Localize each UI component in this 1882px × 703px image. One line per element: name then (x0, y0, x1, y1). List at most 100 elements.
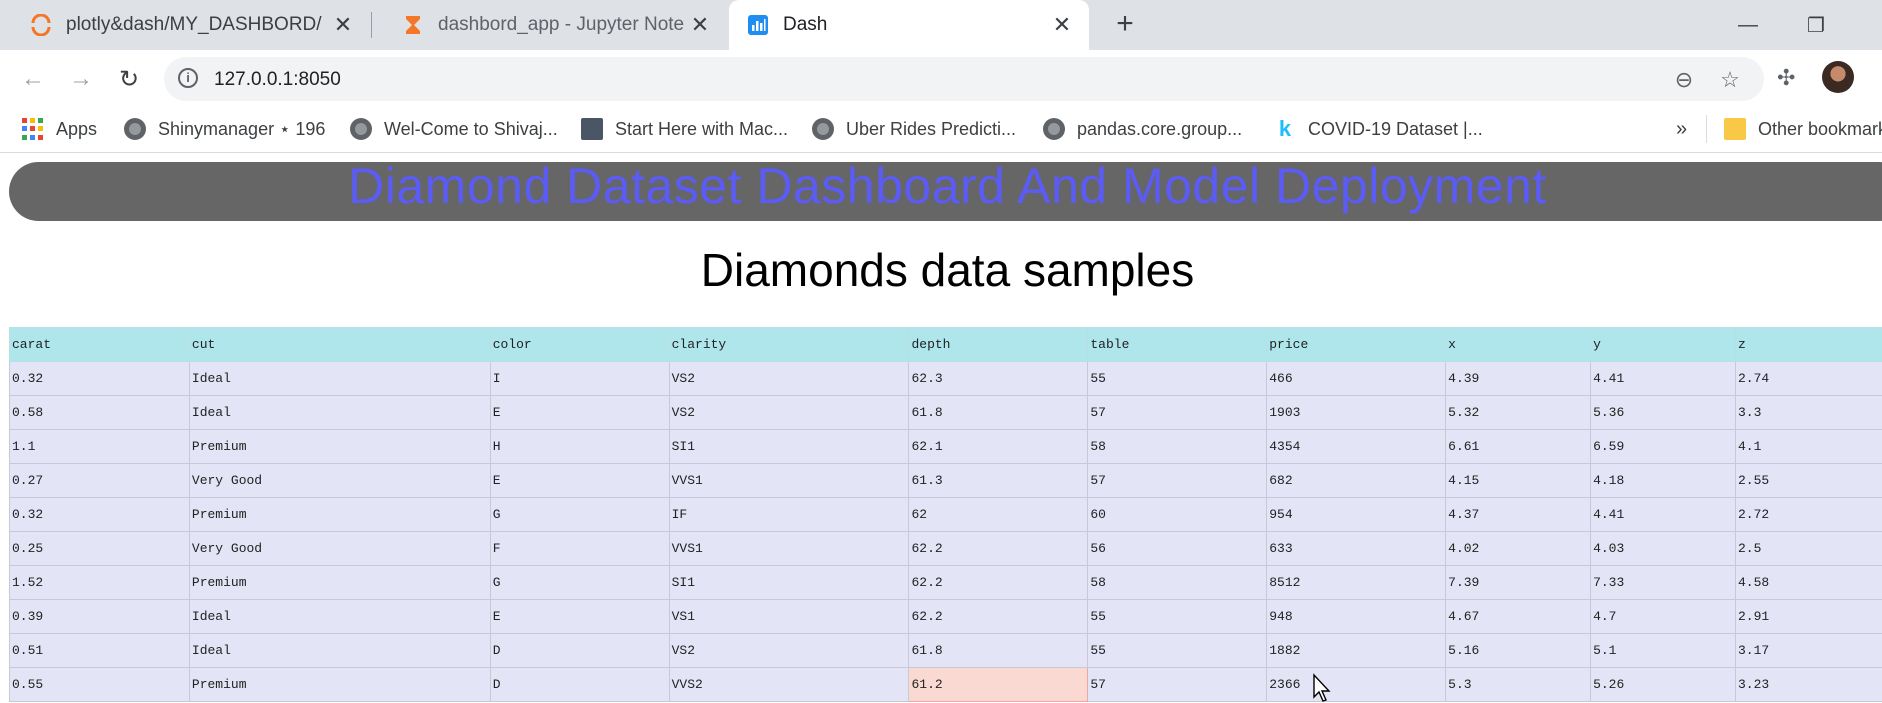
table-cell-carat[interactable]: 0.51 (10, 634, 190, 668)
tab-jupyter-tree[interactable]: plotly&dash/MY_DASHBORD/ ✕ (0, 0, 370, 50)
table-cell-table[interactable]: 57 (1088, 668, 1267, 702)
site-info-icon[interactable]: i (178, 68, 198, 88)
table-cell-depth[interactable]: 62.3 (909, 362, 1088, 396)
table-cell-y[interactable]: 5.36 (1591, 396, 1736, 430)
bookmark-star-icon[interactable]: ☆ (1717, 67, 1743, 93)
table-cell-color[interactable]: F (490, 532, 669, 566)
close-tab-icon[interactable]: ✕ (328, 12, 358, 38)
table-cell-price[interactable]: 2366 (1267, 668, 1446, 702)
table-cell-y[interactable]: 5.26 (1591, 668, 1736, 702)
table-cell-price[interactable]: 948 (1267, 600, 1446, 634)
table-cell-carat[interactable]: 0.27 (10, 464, 190, 498)
column-header-carat[interactable]: carat (10, 328, 190, 362)
table-cell-depth[interactable]: 61.2 (909, 668, 1088, 702)
table-cell-table[interactable]: 60 (1088, 498, 1267, 532)
bookmark-pandas[interactable]: pandas.core.group... (1043, 116, 1242, 142)
table-cell-carat[interactable]: 0.39 (10, 600, 190, 634)
table-cell-carat[interactable]: 0.55 (10, 668, 190, 702)
column-header-table[interactable]: table (1088, 328, 1267, 362)
table-cell-cut[interactable]: Ideal (189, 634, 490, 668)
table-cell-cut[interactable]: Premium (189, 498, 490, 532)
table-cell-z[interactable]: 2.74 (1735, 362, 1882, 396)
table-cell-clarity[interactable]: SI1 (669, 430, 909, 464)
table-cell-depth[interactable]: 62 (909, 498, 1088, 532)
table-cell-z[interactable]: 2.72 (1735, 498, 1882, 532)
table-cell-table[interactable]: 57 (1088, 464, 1267, 498)
column-header-cut[interactable]: cut (189, 328, 490, 362)
table-cell-x[interactable]: 6.61 (1446, 430, 1591, 464)
table-cell-color[interactable]: G (490, 566, 669, 600)
table-cell-price[interactable]: 682 (1267, 464, 1446, 498)
table-cell-z[interactable]: 3.3 (1735, 396, 1882, 430)
table-cell-cut[interactable]: Ideal (189, 600, 490, 634)
new-tab-button[interactable]: + (1108, 8, 1142, 42)
table-cell-carat[interactable]: 0.32 (10, 498, 190, 532)
table-cell-x[interactable]: 5.32 (1446, 396, 1591, 430)
column-header-depth[interactable]: depth (909, 328, 1088, 362)
table-cell-depth[interactable]: 61.8 (909, 634, 1088, 668)
table-cell-clarity[interactable]: VS2 (669, 362, 909, 396)
table-cell-x[interactable]: 5.16 (1446, 634, 1591, 668)
table-cell-carat[interactable]: 0.25 (10, 532, 190, 566)
table-cell-table[interactable]: 55 (1088, 362, 1267, 396)
table-cell-x[interactable]: 4.02 (1446, 532, 1591, 566)
table-cell-clarity[interactable]: SI1 (669, 566, 909, 600)
table-cell-x[interactable]: 4.37 (1446, 498, 1591, 532)
table-cell-cut[interactable]: Very Good (189, 532, 490, 566)
table-cell-clarity[interactable]: VVS2 (669, 668, 909, 702)
bookmark-shivaji[interactable]: Wel-Come to Shivaj... (350, 116, 558, 142)
table-cell-y[interactable]: 5.1 (1591, 634, 1736, 668)
column-header-y[interactable]: y (1591, 328, 1736, 362)
column-header-clarity[interactable]: clarity (669, 328, 909, 362)
table-cell-depth[interactable]: 62.2 (909, 566, 1088, 600)
table-cell-carat[interactable]: 0.32 (10, 362, 190, 396)
restore-window-button[interactable]: ❐ (1786, 0, 1846, 50)
table-cell-cut[interactable]: Premium (189, 430, 490, 464)
table-cell-price[interactable]: 466 (1267, 362, 1446, 396)
reload-icon[interactable]: ↻ (112, 62, 146, 96)
table-cell-z[interactable]: 4.58 (1735, 566, 1882, 600)
table-cell-depth[interactable]: 62.1 (909, 430, 1088, 464)
table-cell-z[interactable]: 3.17 (1735, 634, 1882, 668)
table-cell-clarity[interactable]: IF (669, 498, 909, 532)
table-cell-x[interactable]: 4.67 (1446, 600, 1591, 634)
minimize-window-button[interactable]: — (1718, 0, 1778, 50)
table-cell-clarity[interactable]: VS2 (669, 634, 909, 668)
table-cell-cut[interactable]: Ideal (189, 396, 490, 430)
bookmark-other-bookmarks[interactable]: Other bookmarks (1724, 116, 1882, 142)
close-tab-icon[interactable]: ✕ (1047, 12, 1077, 38)
table-cell-table[interactable]: 58 (1088, 566, 1267, 600)
table-cell-clarity[interactable]: VS1 (669, 600, 909, 634)
table-cell-cut[interactable]: Very Good (189, 464, 490, 498)
column-header-color[interactable]: color (490, 328, 669, 362)
table-cell-clarity[interactable]: VVS1 (669, 532, 909, 566)
table-cell-price[interactable]: 633 (1267, 532, 1446, 566)
extensions-puzzle-icon[interactable]: ✣ (1777, 65, 1795, 91)
table-cell-table[interactable]: 57 (1088, 396, 1267, 430)
bookmark-shinymanager[interactable]: Shinymanager ⋆ 196 (124, 116, 325, 142)
table-cell-y[interactable]: 4.7 (1591, 600, 1736, 634)
table-cell-clarity[interactable]: VVS1 (669, 464, 909, 498)
table-cell-y[interactable]: 7.33 (1591, 566, 1736, 600)
table-cell-y[interactable]: 4.41 (1591, 362, 1736, 396)
zoom-out-icon[interactable]: ⊖ (1671, 67, 1697, 93)
table-cell-x[interactable]: 4.39 (1446, 362, 1591, 396)
bookmark-apps[interactable]: Apps (22, 116, 97, 142)
address-url[interactable]: 127.0.0.1:8050 (214, 69, 341, 91)
table-cell-carat[interactable]: 0.58 (10, 396, 190, 430)
table-cell-depth[interactable]: 61.8 (909, 396, 1088, 430)
table-cell-y[interactable]: 4.41 (1591, 498, 1736, 532)
table-cell-table[interactable]: 55 (1088, 634, 1267, 668)
table-cell-color[interactable]: D (490, 668, 669, 702)
table-cell-color[interactable]: H (490, 430, 669, 464)
table-cell-cut[interactable]: Premium (189, 566, 490, 600)
table-cell-x[interactable]: 7.39 (1446, 566, 1591, 600)
table-cell-price[interactable]: 954 (1267, 498, 1446, 532)
column-header-price[interactable]: price (1267, 328, 1446, 362)
table-cell-color[interactable]: E (490, 396, 669, 430)
column-header-z[interactable]: z (1735, 328, 1882, 362)
table-cell-z[interactable]: 2.5 (1735, 532, 1882, 566)
table-cell-color[interactable]: G (490, 498, 669, 532)
tab-dash[interactable]: Dash ✕ (729, 0, 1089, 50)
table-cell-z[interactable]: 2.91 (1735, 600, 1882, 634)
